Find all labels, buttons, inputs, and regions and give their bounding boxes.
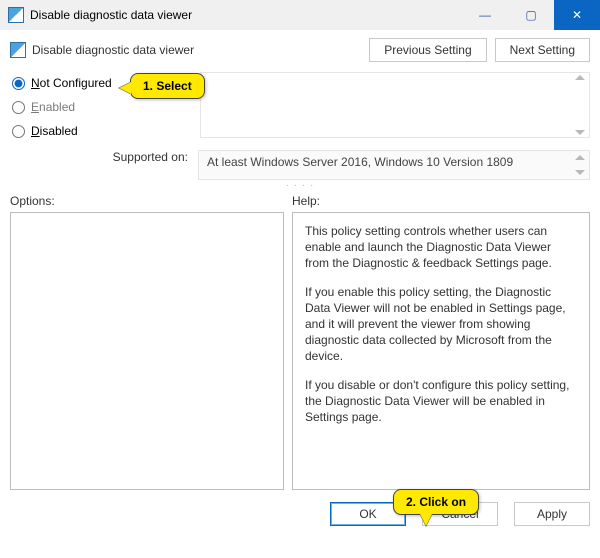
comment-textarea[interactable] bbox=[200, 72, 590, 138]
annotation-click-text: 2. Click on bbox=[406, 495, 466, 509]
radio-enabled-label: Enabled bbox=[31, 100, 75, 114]
window-controls: — ▢ ✕ bbox=[462, 0, 600, 30]
radio-disabled[interactable]: Disabled bbox=[12, 120, 200, 142]
annotation-tail-icon bbox=[119, 82, 131, 94]
annotation-click: 2. Click on bbox=[393, 489, 479, 515]
radio-not-configured-input[interactable] bbox=[12, 77, 25, 90]
radio-disabled-label: Disabled bbox=[31, 124, 78, 138]
pane-labels: Options: Help: bbox=[0, 190, 600, 212]
radio-disabled-input[interactable] bbox=[12, 125, 25, 138]
config-area: Not Configured Enabled Disabled bbox=[0, 72, 600, 144]
scroll-down-icon[interactable] bbox=[575, 130, 585, 135]
radio-enabled-input[interactable] bbox=[12, 101, 25, 114]
scroll-down-icon[interactable] bbox=[575, 170, 585, 175]
panes: This policy setting controls whether use… bbox=[0, 212, 600, 490]
minimize-button[interactable]: — bbox=[462, 0, 508, 30]
scroll-up-icon[interactable] bbox=[575, 155, 585, 160]
help-pane: This policy setting controls whether use… bbox=[292, 212, 590, 490]
close-button[interactable]: ✕ bbox=[554, 0, 600, 30]
supported-on-value: At least Windows Server 2016, Windows 10… bbox=[207, 155, 513, 169]
radio-not-configured-label: Not Configured bbox=[31, 76, 112, 90]
previous-setting-button[interactable]: Previous Setting bbox=[369, 38, 486, 62]
splitter-grip[interactable]: · · · · bbox=[0, 180, 600, 190]
next-setting-button[interactable]: Next Setting bbox=[495, 38, 590, 62]
help-label: Help: bbox=[292, 194, 590, 208]
supported-row: Supported on: At least Windows Server 20… bbox=[0, 150, 590, 180]
scroll-up-icon[interactable] bbox=[575, 75, 585, 80]
apply-button[interactable]: Apply bbox=[514, 502, 590, 526]
annotation-tail-icon bbox=[420, 514, 432, 526]
policy-heading: Disable diagnostic data viewer bbox=[32, 43, 369, 57]
app-icon bbox=[8, 7, 24, 23]
options-pane bbox=[10, 212, 284, 490]
maximize-button[interactable]: ▢ bbox=[508, 0, 554, 30]
window-title: Disable diagnostic data viewer bbox=[30, 8, 462, 22]
annotation-select: 1. Select bbox=[130, 73, 205, 99]
help-paragraph: If you disable or don't configure this p… bbox=[305, 377, 577, 426]
policy-icon bbox=[10, 42, 26, 58]
help-paragraph: If you enable this policy setting, the D… bbox=[305, 284, 577, 365]
header-row: Disable diagnostic data viewer Previous … bbox=[0, 30, 600, 72]
radio-enabled[interactable]: Enabled bbox=[12, 96, 200, 118]
supported-on-label: Supported on: bbox=[0, 150, 198, 164]
options-label: Options: bbox=[10, 194, 292, 208]
help-paragraph: This policy setting controls whether use… bbox=[305, 223, 577, 272]
annotation-select-text: 1. Select bbox=[143, 79, 192, 93]
dialog-footer: OK Cancel Apply bbox=[0, 490, 600, 526]
window-titlebar: Disable diagnostic data viewer — ▢ ✕ bbox=[0, 0, 600, 30]
supported-on-value-box: At least Windows Server 2016, Windows 10… bbox=[198, 150, 590, 180]
